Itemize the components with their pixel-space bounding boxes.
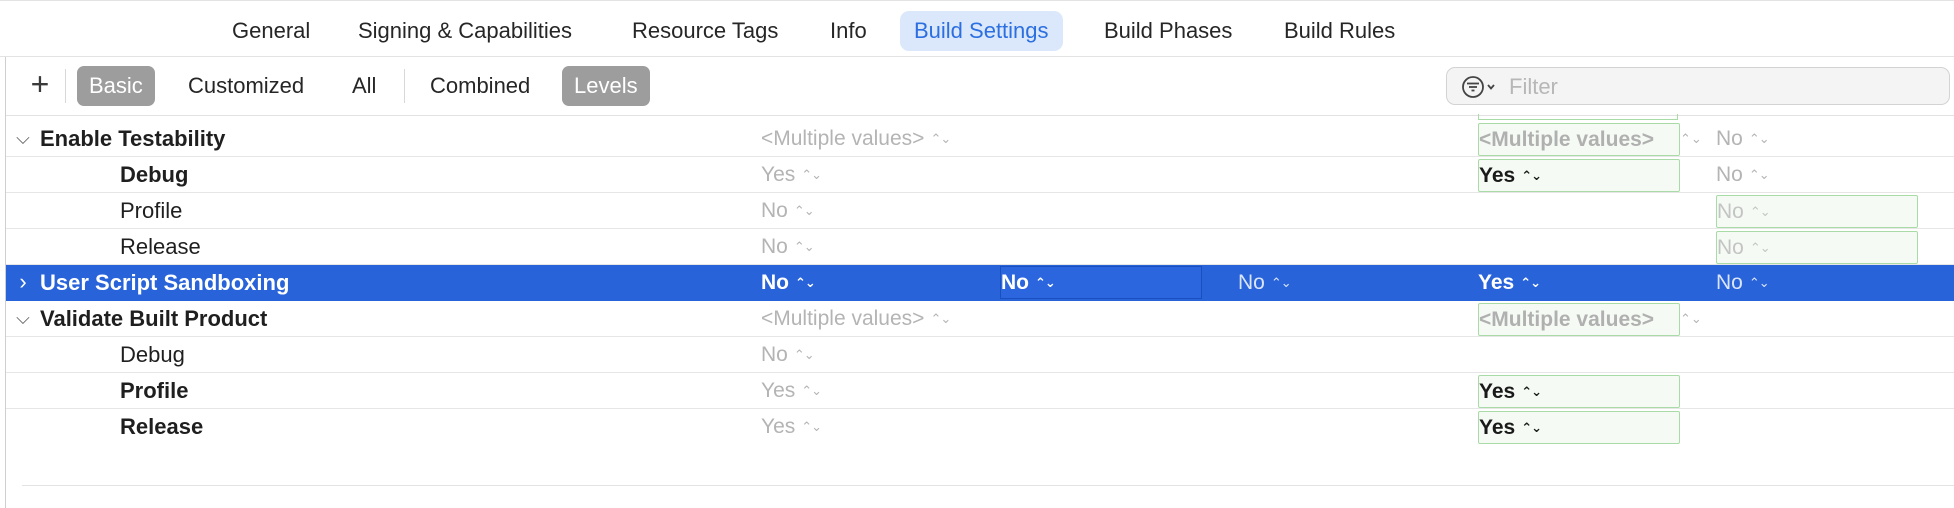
- target-value[interactable]: Yes ⌃⌄: [1478, 411, 1680, 444]
- popup-arrows-icon: ⌃⌄: [1749, 240, 1771, 255]
- setting-row-debug[interactable]: Debug No ⌃⌄: [6, 337, 1954, 373]
- setting-name: User Script Sandboxing: [40, 270, 290, 295]
- tab-info[interactable]: Info: [816, 11, 881, 51]
- popup-arrows-icon: ⌃⌄: [1748, 275, 1770, 290]
- resolved-value[interactable]: Yes ⌃⌄: [761, 409, 822, 444]
- filter-input[interactable]: [1507, 68, 1931, 106]
- resolved-value[interactable]: No ⌃⌄: [761, 265, 816, 300]
- tab-resource-tags[interactable]: Resource Tags: [618, 11, 792, 51]
- setting-row-profile[interactable]: Profile No ⌃⌄ No ⌃⌄: [6, 193, 1954, 229]
- popup-arrows-icon: ⌃⌄: [801, 383, 822, 398]
- setting-name: Release: [120, 414, 204, 439]
- setting-row-release[interactable]: Release Yes ⌃⌄ Yes ⌃⌄: [6, 409, 1954, 445]
- tab-signing-capabilities[interactable]: Signing & Capabilities: [344, 11, 586, 51]
- list-end-divider: [22, 485, 1954, 486]
- popup-arrows-icon: ⌃⌄: [1521, 420, 1542, 435]
- setting-name: Enable Testability: [40, 126, 226, 151]
- setting-name: Profile: [120, 378, 189, 403]
- popup-arrows-icon: ⌃⌄: [801, 419, 822, 434]
- setting-name: Profile: [120, 198, 183, 223]
- resolved-value[interactable]: No ⌃⌄: [761, 337, 815, 372]
- default-value[interactable]: No ⌃⌄: [1716, 265, 1770, 300]
- tab-general[interactable]: General: [218, 11, 324, 51]
- popup-arrows-icon: ⌃⌄: [793, 239, 815, 254]
- filter-field[interactable]: [1446, 67, 1950, 106]
- target-value[interactable]: <Multiple values>: [1478, 303, 1680, 336]
- setting-row-profile[interactable]: Profile Yes ⌃⌄ Yes ⌃⌄: [6, 373, 1954, 409]
- build-settings-toolbar: + Basic Customized All Combined Levels: [6, 57, 1954, 116]
- setting-row-release[interactable]: Release No ⌃⌄ No ⌃⌄: [6, 229, 1954, 265]
- popup-arrows-icon: ⌃⌄: [1270, 275, 1292, 290]
- default-value[interactable]: No ⌃⌄: [1716, 195, 1918, 228]
- setting-name: Validate Built Product: [40, 306, 268, 331]
- tab-build-rules[interactable]: Build Rules: [1270, 11, 1409, 51]
- scope-customized-button[interactable]: Customized: [176, 66, 316, 106]
- popup-arrows-icon: ⌃⌄: [1680, 311, 1702, 326]
- add-setting-button[interactable]: +: [20, 65, 60, 105]
- popup-arrows-icon: ⌃⌄: [1520, 275, 1541, 290]
- setting-row-user-script-sandboxing[interactable]: › User Script Sandboxing No ⌃⌄ No ⌃⌄ No ⌃⌄ …: [6, 265, 1954, 301]
- popup-arrows-icon: ⌃⌄: [1749, 204, 1771, 219]
- popup-arrows-icon: ⌃⌄: [1521, 384, 1542, 399]
- popup-arrows-icon: ⌃⌄: [1748, 131, 1770, 146]
- resolved-value[interactable]: Yes ⌃⌄: [761, 157, 822, 192]
- view-levels-button[interactable]: Levels: [562, 66, 650, 106]
- popup-arrows-icon: ⌃⌄: [795, 275, 816, 290]
- toolbar-divider: [65, 69, 66, 103]
- popup-arrows-icon: ⌃⌄: [1748, 167, 1770, 182]
- setting-name: Debug: [120, 342, 185, 367]
- resolved-value[interactable]: No ⌃⌄: [761, 229, 815, 264]
- default-value[interactable]: No ⌃⌄: [1716, 231, 1918, 264]
- config-value[interactable]: Yes ⌃⌄: [1478, 265, 1541, 300]
- setting-name: Release: [120, 234, 201, 259]
- scope-basic-button[interactable]: Basic: [77, 66, 155, 106]
- toolbar-divider: [404, 69, 405, 103]
- disclosure-expanded-icon[interactable]: ⌵: [12, 127, 34, 149]
- popup-arrows-icon: ⌃⌄: [1680, 131, 1702, 146]
- override-box-edge: [1478, 114, 1678, 120]
- scope-all-button[interactable]: All: [340, 66, 388, 106]
- target-value[interactable]: <Multiple values>: [1478, 123, 1680, 156]
- editor-tab-bar: General Signing & Capabilities Resource …: [0, 0, 1954, 57]
- tab-build-phases[interactable]: Build Phases: [1090, 11, 1246, 51]
- default-value[interactable]: No ⌃⌄: [1716, 121, 1770, 156]
- popup-arrows-icon: ⌃⌄: [930, 311, 951, 326]
- popup-arrows-icon: ⌃⌄: [793, 203, 815, 218]
- setting-name: Debug: [120, 162, 189, 187]
- target-value[interactable]: Yes ⌃⌄: [1478, 375, 1680, 408]
- popup-arrows-icon: ⌃⌄: [1035, 275, 1056, 290]
- popup-arrows-icon: ⌃⌄: [930, 131, 951, 146]
- project-value[interactable]: No ⌃⌄: [1238, 265, 1292, 300]
- setting-row-debug[interactable]: Debug Yes ⌃⌄ Yes ⌃⌄ No ⌃⌄: [6, 157, 1954, 193]
- resolved-value[interactable]: No ⌃⌄: [761, 193, 815, 228]
- view-combined-button[interactable]: Combined: [418, 66, 542, 106]
- popup-arrows-icon: ⌃⌄: [801, 167, 822, 182]
- target-value[interactable]: Yes ⌃⌄: [1478, 159, 1680, 192]
- default-value[interactable]: No ⌃⌄: [1716, 157, 1770, 192]
- target-value[interactable]: No ⌃⌄: [1000, 266, 1202, 299]
- resolved-value[interactable]: Yes ⌃⌄: [761, 373, 822, 408]
- filter-circle-icon[interactable]: [1461, 75, 1501, 99]
- disclosure-expanded-icon[interactable]: ⌵: [12, 307, 34, 329]
- setting-row-validate-built-product[interactable]: ⌵ Validate Built Product <Multiple value…: [6, 301, 1954, 337]
- resolved-value[interactable]: <Multiple values> ⌃⌄: [761, 121, 951, 156]
- tab-build-settings[interactable]: Build Settings: [900, 11, 1063, 51]
- popup-arrows-icon: ⌃⌄: [793, 347, 815, 362]
- setting-row-enable-testability[interactable]: ⌵ Enable Testability <Multiple values> ⌃⌄…: [6, 121, 1954, 157]
- resolved-value[interactable]: <Multiple values> ⌃⌄: [761, 301, 951, 336]
- disclosure-collapsed-icon[interactable]: ›: [12, 271, 34, 293]
- popup-arrows-icon: ⌃⌄: [1521, 168, 1542, 183]
